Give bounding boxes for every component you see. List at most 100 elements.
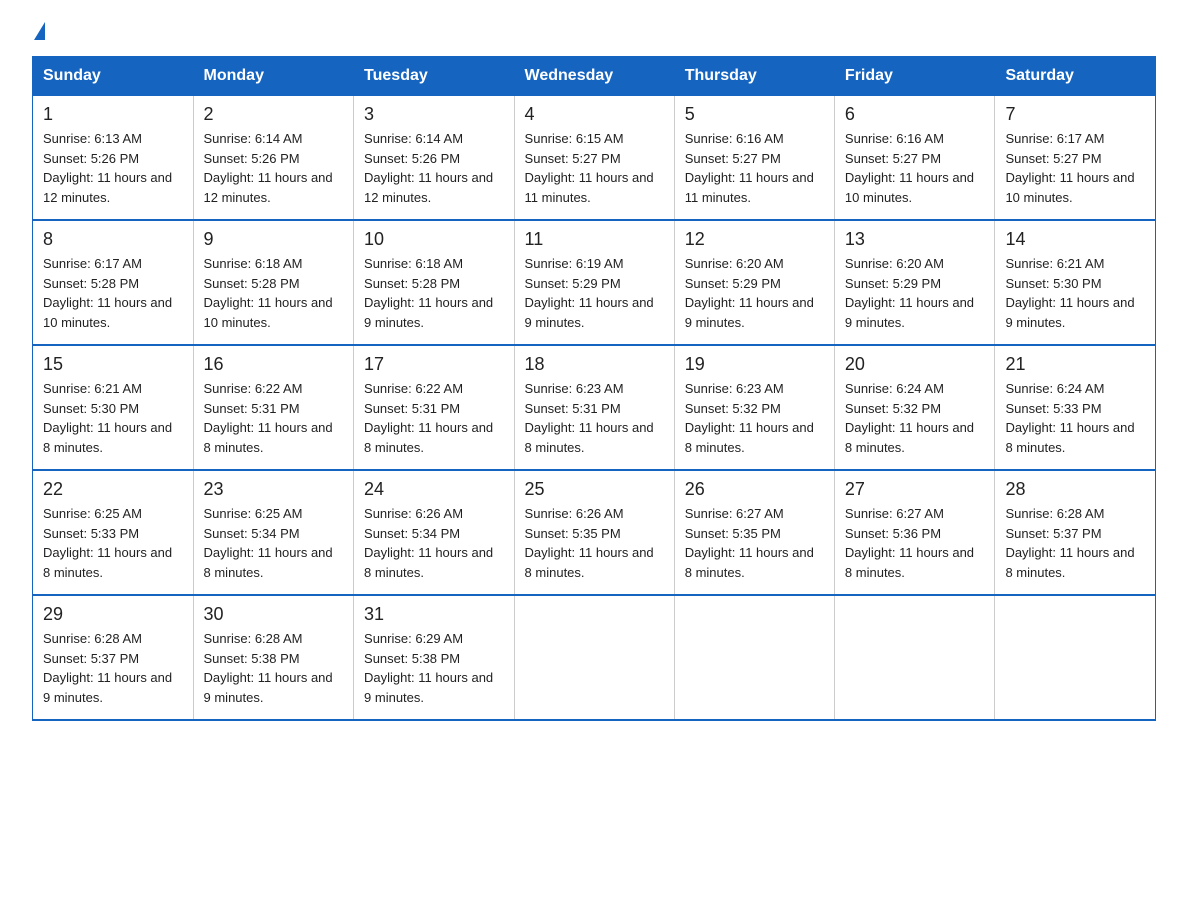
day-info: Sunrise: 6:23 AMSunset: 5:32 PMDaylight:… [685,379,824,457]
header-sunday: Sunday [33,57,194,96]
day-info: Sunrise: 6:14 AMSunset: 5:26 PMDaylight:… [364,129,504,207]
header-saturday: Saturday [995,57,1156,96]
header-row: SundayMondayTuesdayWednesdayThursdayFrid… [33,57,1156,96]
calendar-cell: 2 Sunrise: 6:14 AMSunset: 5:26 PMDaylight… [193,96,354,221]
header-wednesday: Wednesday [514,57,674,96]
day-number: 31 [364,604,504,625]
day-info: Sunrise: 6:26 AMSunset: 5:35 PMDaylight:… [525,504,664,582]
day-info: Sunrise: 6:27 AMSunset: 5:35 PMDaylight:… [685,504,824,582]
day-number: 6 [845,104,985,125]
day-info: Sunrise: 6:28 AMSunset: 5:37 PMDaylight:… [43,629,183,707]
calendar-cell: 26 Sunrise: 6:27 AMSunset: 5:35 PMDayligh… [674,470,834,595]
header-friday: Friday [834,57,995,96]
day-number: 29 [43,604,183,625]
day-number: 5 [685,104,824,125]
day-number: 30 [204,604,344,625]
calendar-cell: 11 Sunrise: 6:19 AMSunset: 5:29 PMDayligh… [514,220,674,345]
day-info: Sunrise: 6:16 AMSunset: 5:27 PMDaylight:… [845,129,985,207]
logo [32,24,45,40]
calendar-cell: 6 Sunrise: 6:16 AMSunset: 5:27 PMDaylight… [834,96,995,221]
calendar-cell: 30 Sunrise: 6:28 AMSunset: 5:38 PMDayligh… [193,595,354,720]
day-info: Sunrise: 6:21 AMSunset: 5:30 PMDaylight:… [1005,254,1145,332]
calendar-cell: 27 Sunrise: 6:27 AMSunset: 5:36 PMDayligh… [834,470,995,595]
header-thursday: Thursday [674,57,834,96]
calendar-cell: 24 Sunrise: 6:26 AMSunset: 5:34 PMDayligh… [354,470,515,595]
calendar-table: SundayMondayTuesdayWednesdayThursdayFrid… [32,56,1156,721]
day-number: 24 [364,479,504,500]
day-number: 16 [204,354,344,375]
calendar-cell: 20 Sunrise: 6:24 AMSunset: 5:32 PMDayligh… [834,345,995,470]
day-info: Sunrise: 6:29 AMSunset: 5:38 PMDaylight:… [364,629,504,707]
day-number: 25 [525,479,664,500]
calendar-cell: 14 Sunrise: 6:21 AMSunset: 5:30 PMDayligh… [995,220,1156,345]
day-number: 20 [845,354,985,375]
calendar-cell: 8Sunrise: 6:17 AMSunset: 5:28 PMDaylight… [33,220,194,345]
week-row-4: 22Sunrise: 6:25 AMSunset: 5:33 PMDayligh… [33,470,1156,595]
day-info: Sunrise: 6:21 AMSunset: 5:30 PMDaylight:… [43,379,183,457]
calendar-cell: 29 Sunrise: 6:28 AMSunset: 5:37 PMDayligh… [33,595,194,720]
calendar-cell: 1 Sunrise: 6:13 AMSunset: 5:26 PMDaylight… [33,96,194,221]
day-info: Sunrise: 6:16 AMSunset: 5:27 PMDaylight:… [685,129,824,207]
calendar-cell: 16 Sunrise: 6:22 AMSunset: 5:31 PMDayligh… [193,345,354,470]
day-info: Sunrise: 6:22 AMSunset: 5:31 PMDaylight:… [204,379,344,457]
logo-triangle-icon [34,22,45,40]
calendar-cell: 5 Sunrise: 6:16 AMSunset: 5:27 PMDaylight… [674,96,834,221]
day-number: 21 [1005,354,1145,375]
calendar-cell: 12Sunrise: 6:20 AMSunset: 5:29 PMDayligh… [674,220,834,345]
day-number: 10 [364,229,504,250]
calendar-cell [514,595,674,720]
day-info: Sunrise: 6:28 AMSunset: 5:37 PMDaylight:… [1005,504,1145,582]
day-info: Sunrise: 6:23 AMSunset: 5:31 PMDaylight:… [525,379,664,457]
day-number: 17 [364,354,504,375]
calendar-cell: 18Sunrise: 6:23 AMSunset: 5:31 PMDayligh… [514,345,674,470]
day-info: Sunrise: 6:18 AMSunset: 5:28 PMDaylight:… [364,254,504,332]
calendar-cell: 23 Sunrise: 6:25 AMSunset: 5:34 PMDayligh… [193,470,354,595]
day-number: 4 [525,104,664,125]
day-number: 13 [845,229,985,250]
calendar-cell: 31 Sunrise: 6:29 AMSunset: 5:38 PMDayligh… [354,595,515,720]
day-info: Sunrise: 6:20 AMSunset: 5:29 PMDaylight:… [685,254,824,332]
day-info: Sunrise: 6:18 AMSunset: 5:28 PMDaylight:… [204,254,344,332]
day-number: 27 [845,479,985,500]
day-number: 14 [1005,229,1145,250]
day-info: Sunrise: 6:26 AMSunset: 5:34 PMDaylight:… [364,504,504,582]
day-info: Sunrise: 6:17 AMSunset: 5:27 PMDaylight:… [1005,129,1145,207]
day-info: Sunrise: 6:24 AMSunset: 5:32 PMDaylight:… [845,379,985,457]
day-info: Sunrise: 6:14 AMSunset: 5:26 PMDaylight:… [204,129,344,207]
day-number: 1 [43,104,183,125]
day-number: 11 [525,229,664,250]
calendar-cell: 21 Sunrise: 6:24 AMSunset: 5:33 PMDayligh… [995,345,1156,470]
header-tuesday: Tuesday [354,57,515,96]
week-row-2: 8Sunrise: 6:17 AMSunset: 5:28 PMDaylight… [33,220,1156,345]
calendar-cell [674,595,834,720]
week-row-1: 1 Sunrise: 6:13 AMSunset: 5:26 PMDaylight… [33,96,1156,221]
day-info: Sunrise: 6:13 AMSunset: 5:26 PMDaylight:… [43,129,183,207]
week-row-3: 15 Sunrise: 6:21 AMSunset: 5:30 PMDayligh… [33,345,1156,470]
day-number: 3 [364,104,504,125]
page-header [32,24,1156,40]
day-number: 9 [204,229,344,250]
day-number: 15 [43,354,183,375]
calendar-cell [834,595,995,720]
day-info: Sunrise: 6:25 AMSunset: 5:33 PMDaylight:… [43,504,183,582]
day-info: Sunrise: 6:27 AMSunset: 5:36 PMDaylight:… [845,504,985,582]
calendar-cell [995,595,1156,720]
week-row-5: 29 Sunrise: 6:28 AMSunset: 5:37 PMDayligh… [33,595,1156,720]
day-number: 8 [43,229,183,250]
day-number: 23 [204,479,344,500]
day-info: Sunrise: 6:20 AMSunset: 5:29 PMDaylight:… [845,254,985,332]
day-info: Sunrise: 6:24 AMSunset: 5:33 PMDaylight:… [1005,379,1145,457]
day-number: 2 [204,104,344,125]
calendar-cell: 13 Sunrise: 6:20 AMSunset: 5:29 PMDayligh… [834,220,995,345]
day-number: 26 [685,479,824,500]
calendar-cell: 7Sunrise: 6:17 AMSunset: 5:27 PMDaylight… [995,96,1156,221]
header-monday: Monday [193,57,354,96]
calendar-cell: 25 Sunrise: 6:26 AMSunset: 5:35 PMDayligh… [514,470,674,595]
day-number: 28 [1005,479,1145,500]
calendar-cell: 9 Sunrise: 6:18 AMSunset: 5:28 PMDaylight… [193,220,354,345]
calendar-cell: 3 Sunrise: 6:14 AMSunset: 5:26 PMDaylight… [354,96,515,221]
day-info: Sunrise: 6:28 AMSunset: 5:38 PMDaylight:… [204,629,344,707]
day-info: Sunrise: 6:19 AMSunset: 5:29 PMDaylight:… [525,254,664,332]
day-number: 19 [685,354,824,375]
day-info: Sunrise: 6:25 AMSunset: 5:34 PMDaylight:… [204,504,344,582]
